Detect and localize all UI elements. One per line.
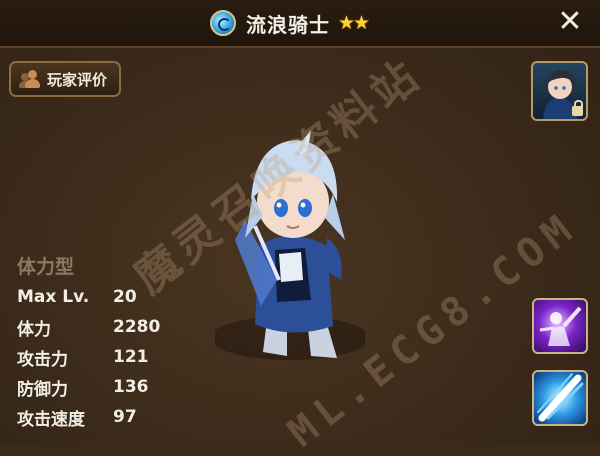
monster-name: 流浪骑士 xyxy=(246,12,330,37)
star-rating: ★★ xyxy=(338,12,370,34)
stat-value: 136 xyxy=(113,377,149,397)
stat-row: 攻击速度 97 xyxy=(17,402,160,432)
skill-1-icon xyxy=(539,306,582,346)
stat-value: 121 xyxy=(113,347,149,367)
stat-row: Max Lv. 20 xyxy=(17,282,160,312)
stat-label: 防御力 xyxy=(17,379,68,400)
skill-2-icon xyxy=(537,373,584,422)
title-bar: 流浪骑士 ★★ ✕ xyxy=(0,0,600,48)
monster-info-panel: 流浪骑士 ★★ ✕ 玩家评价 体力型 Max Lv. 20 体力 2280 攻击… xyxy=(0,0,600,456)
people-icon xyxy=(19,69,41,89)
title-group: 流浪骑士 ★★ xyxy=(210,8,370,38)
player-review-button[interactable]: 玩家评价 xyxy=(9,61,121,97)
awakened-portrait-button[interactable] xyxy=(531,61,588,121)
stat-row: 体力 2280 xyxy=(17,312,160,342)
stat-label: 体力 xyxy=(17,319,51,340)
close-button[interactable]: ✕ xyxy=(556,7,584,37)
stat-value: 2280 xyxy=(113,317,161,337)
player-review-label: 玩家评价 xyxy=(47,70,108,89)
stat-row: 防御力 136 xyxy=(17,372,160,402)
skill-2-button[interactable] xyxy=(532,370,588,426)
stat-row: 攻击力 121 xyxy=(17,342,160,372)
skill-1-button[interactable] xyxy=(532,298,588,354)
stat-label: 攻击速度 xyxy=(17,409,85,430)
stat-label: Max Lv. xyxy=(17,287,90,307)
water-element-icon xyxy=(210,10,236,36)
stat-label: 攻击力 xyxy=(17,349,68,370)
stat-value: 20 xyxy=(113,287,137,307)
stat-value: 97 xyxy=(113,407,137,427)
close-icon: ✕ xyxy=(557,4,583,39)
lock-icon xyxy=(572,100,583,116)
